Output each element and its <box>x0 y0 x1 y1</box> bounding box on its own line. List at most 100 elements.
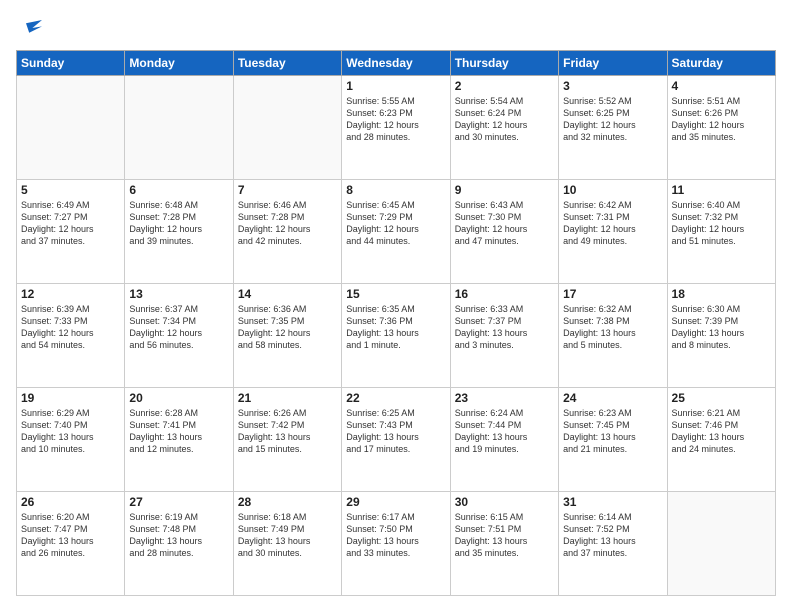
day-info: Sunrise: 5:51 AM Sunset: 6:26 PM Dayligh… <box>672 95 771 144</box>
day-info: Sunrise: 6:39 AM Sunset: 7:33 PM Dayligh… <box>21 303 120 352</box>
calendar-cell: 1Sunrise: 5:55 AM Sunset: 6:23 PM Daylig… <box>342 76 450 180</box>
day-info: Sunrise: 6:29 AM Sunset: 7:40 PM Dayligh… <box>21 407 120 456</box>
calendar-cell: 20Sunrise: 6:28 AM Sunset: 7:41 PM Dayli… <box>125 388 233 492</box>
calendar-cell: 8Sunrise: 6:45 AM Sunset: 7:29 PM Daylig… <box>342 180 450 284</box>
day-number: 16 <box>455 287 554 301</box>
day-info: Sunrise: 5:54 AM Sunset: 6:24 PM Dayligh… <box>455 95 554 144</box>
day-number: 4 <box>672 79 771 93</box>
day-header-wednesday: Wednesday <box>342 51 450 76</box>
day-info: Sunrise: 6:32 AM Sunset: 7:38 PM Dayligh… <box>563 303 662 352</box>
calendar-cell: 28 Sunrise: 6:18 AM Sunset: 7:49 PM Dayli… <box>233 492 341 596</box>
calendar-week-4: 19 Sunrise: 6:29 AM Sunset: 7:40 PM Dayli… <box>17 388 776 492</box>
calendar-cell: 17 Sunrise: 6:32 AM Sunset: 7:38 PM Dayli… <box>559 284 667 388</box>
day-number: 25 <box>672 391 771 405</box>
calendar-cell <box>667 492 775 596</box>
day-info: Sunrise: 6:14 AM Sunset: 7:52 PM Dayligh… <box>563 511 662 560</box>
calendar-cell: 24 Sunrise: 6:23 AM Sunset: 7:45 PM Dayli… <box>559 388 667 492</box>
day-number: 13 <box>129 287 228 301</box>
calendar-cell: 11 Sunrise: 6:40 AM Sunset: 7:32 PM Dayli… <box>667 180 775 284</box>
calendar-cell: 12 Sunrise: 6:39 AM Sunset: 7:33 PM Dayli… <box>17 284 125 388</box>
calendar-cell: 21 Sunrise: 6:26 AM Sunset: 7:42 PM Dayli… <box>233 388 341 492</box>
day-header-monday: Monday <box>125 51 233 76</box>
day-info: Sunrise: 6:21 AM Sunset: 7:46 PM Dayligh… <box>672 407 771 456</box>
calendar-cell: 3 Sunrise: 5:52 AM Sunset: 6:25 PM Daylig… <box>559 76 667 180</box>
day-number: 22 <box>346 391 445 405</box>
calendar-cell: 7 Sunrise: 6:46 AM Sunset: 7:28 PM Daylig… <box>233 180 341 284</box>
calendar-week-3: 12 Sunrise: 6:39 AM Sunset: 7:33 PM Dayli… <box>17 284 776 388</box>
day-info: Sunrise: 6:15 AM Sunset: 7:51 PM Dayligh… <box>455 511 554 560</box>
calendar-cell: 2 Sunrise: 5:54 AM Sunset: 6:24 PM Daylig… <box>450 76 558 180</box>
day-info: Sunrise: 6:23 AM Sunset: 7:45 PM Dayligh… <box>563 407 662 456</box>
logo <box>16 16 42 40</box>
day-info: Sunrise: 6:26 AM Sunset: 7:42 PM Dayligh… <box>238 407 337 456</box>
day-info: Sunrise: 6:35 AM Sunset: 7:36 PM Dayligh… <box>346 303 445 352</box>
calendar-cell: 23 Sunrise: 6:24 AM Sunset: 7:44 PM Dayli… <box>450 388 558 492</box>
day-info: Sunrise: 6:18 AM Sunset: 7:49 PM Dayligh… <box>238 511 337 560</box>
calendar-cell: 13 Sunrise: 6:37 AM Sunset: 7:34 PM Dayli… <box>125 284 233 388</box>
calendar-cell: 26 Sunrise: 6:20 AM Sunset: 7:47 PM Dayli… <box>17 492 125 596</box>
calendar-cell: 30 Sunrise: 6:15 AM Sunset: 7:51 PM Dayli… <box>450 492 558 596</box>
day-info: Sunrise: 6:43 AM Sunset: 7:30 PM Dayligh… <box>455 199 554 248</box>
day-number: 6 <box>129 183 228 197</box>
day-number: 24 <box>563 391 662 405</box>
day-number: 8 <box>346 183 445 197</box>
day-number: 14 <box>238 287 337 301</box>
day-number: 31 <box>563 495 662 509</box>
day-number: 21 <box>238 391 337 405</box>
calendar-cell: 15 Sunrise: 6:35 AM Sunset: 7:36 PM Dayli… <box>342 284 450 388</box>
day-number: 28 <box>238 495 337 509</box>
day-number: 1 <box>346 79 445 93</box>
day-number: 11 <box>672 183 771 197</box>
page: SundayMondayTuesdayWednesdayThursdayFrid… <box>0 0 792 612</box>
calendar-week-1: 1Sunrise: 5:55 AM Sunset: 6:23 PM Daylig… <box>17 76 776 180</box>
day-number: 12 <box>21 287 120 301</box>
day-number: 18 <box>672 287 771 301</box>
day-info: Sunrise: 6:30 AM Sunset: 7:39 PM Dayligh… <box>672 303 771 352</box>
day-number: 2 <box>455 79 554 93</box>
day-number: 3 <box>563 79 662 93</box>
day-info: Sunrise: 6:19 AM Sunset: 7:48 PM Dayligh… <box>129 511 228 560</box>
calendar-cell <box>233 76 341 180</box>
day-number: 17 <box>563 287 662 301</box>
day-header-thursday: Thursday <box>450 51 558 76</box>
day-info: Sunrise: 6:37 AM Sunset: 7:34 PM Dayligh… <box>129 303 228 352</box>
day-info: Sunrise: 6:36 AM Sunset: 7:35 PM Dayligh… <box>238 303 337 352</box>
day-number: 7 <box>238 183 337 197</box>
calendar-cell: 6 Sunrise: 6:48 AM Sunset: 7:28 PM Daylig… <box>125 180 233 284</box>
day-number: 19 <box>21 391 120 405</box>
logo-text <box>16 16 42 40</box>
day-number: 26 <box>21 495 120 509</box>
calendar-cell: 18 Sunrise: 6:30 AM Sunset: 7:39 PM Dayli… <box>667 284 775 388</box>
calendar-week-2: 5Sunrise: 6:49 AM Sunset: 7:27 PM Daylig… <box>17 180 776 284</box>
day-number: 27 <box>129 495 228 509</box>
calendar-cell: 19 Sunrise: 6:29 AM Sunset: 7:40 PM Dayli… <box>17 388 125 492</box>
day-header-tuesday: Tuesday <box>233 51 341 76</box>
day-info: Sunrise: 6:20 AM Sunset: 7:47 PM Dayligh… <box>21 511 120 560</box>
day-info: Sunrise: 6:46 AM Sunset: 7:28 PM Dayligh… <box>238 199 337 248</box>
calendar-cell: 9Sunrise: 6:43 AM Sunset: 7:30 PM Daylig… <box>450 180 558 284</box>
calendar-cell <box>17 76 125 180</box>
day-header-friday: Friday <box>559 51 667 76</box>
day-info: Sunrise: 6:33 AM Sunset: 7:37 PM Dayligh… <box>455 303 554 352</box>
calendar-header-row: SundayMondayTuesdayWednesdayThursdayFrid… <box>17 51 776 76</box>
calendar-cell: 14 Sunrise: 6:36 AM Sunset: 7:35 PM Dayli… <box>233 284 341 388</box>
header <box>16 16 776 40</box>
calendar-week-5: 26 Sunrise: 6:20 AM Sunset: 7:47 PM Dayli… <box>17 492 776 596</box>
day-info: Sunrise: 6:24 AM Sunset: 7:44 PM Dayligh… <box>455 407 554 456</box>
day-number: 23 <box>455 391 554 405</box>
calendar-cell: 10 Sunrise: 6:42 AM Sunset: 7:31 PM Dayli… <box>559 180 667 284</box>
day-number: 29 <box>346 495 445 509</box>
calendar-cell <box>125 76 233 180</box>
day-number: 10 <box>563 183 662 197</box>
day-info: Sunrise: 5:52 AM Sunset: 6:25 PM Dayligh… <box>563 95 662 144</box>
day-header-sunday: Sunday <box>17 51 125 76</box>
day-number: 15 <box>346 287 445 301</box>
calendar-cell: 16 Sunrise: 6:33 AM Sunset: 7:37 PM Dayli… <box>450 284 558 388</box>
day-info: Sunrise: 6:48 AM Sunset: 7:28 PM Dayligh… <box>129 199 228 248</box>
day-info: Sunrise: 6:42 AM Sunset: 7:31 PM Dayligh… <box>563 199 662 248</box>
calendar-cell: 4 Sunrise: 5:51 AM Sunset: 6:26 PM Daylig… <box>667 76 775 180</box>
calendar-cell: 27 Sunrise: 6:19 AM Sunset: 7:48 PM Dayli… <box>125 492 233 596</box>
day-info: Sunrise: 6:40 AM Sunset: 7:32 PM Dayligh… <box>672 199 771 248</box>
calendar-cell: 25 Sunrise: 6:21 AM Sunset: 7:46 PM Dayli… <box>667 388 775 492</box>
day-number: 30 <box>455 495 554 509</box>
